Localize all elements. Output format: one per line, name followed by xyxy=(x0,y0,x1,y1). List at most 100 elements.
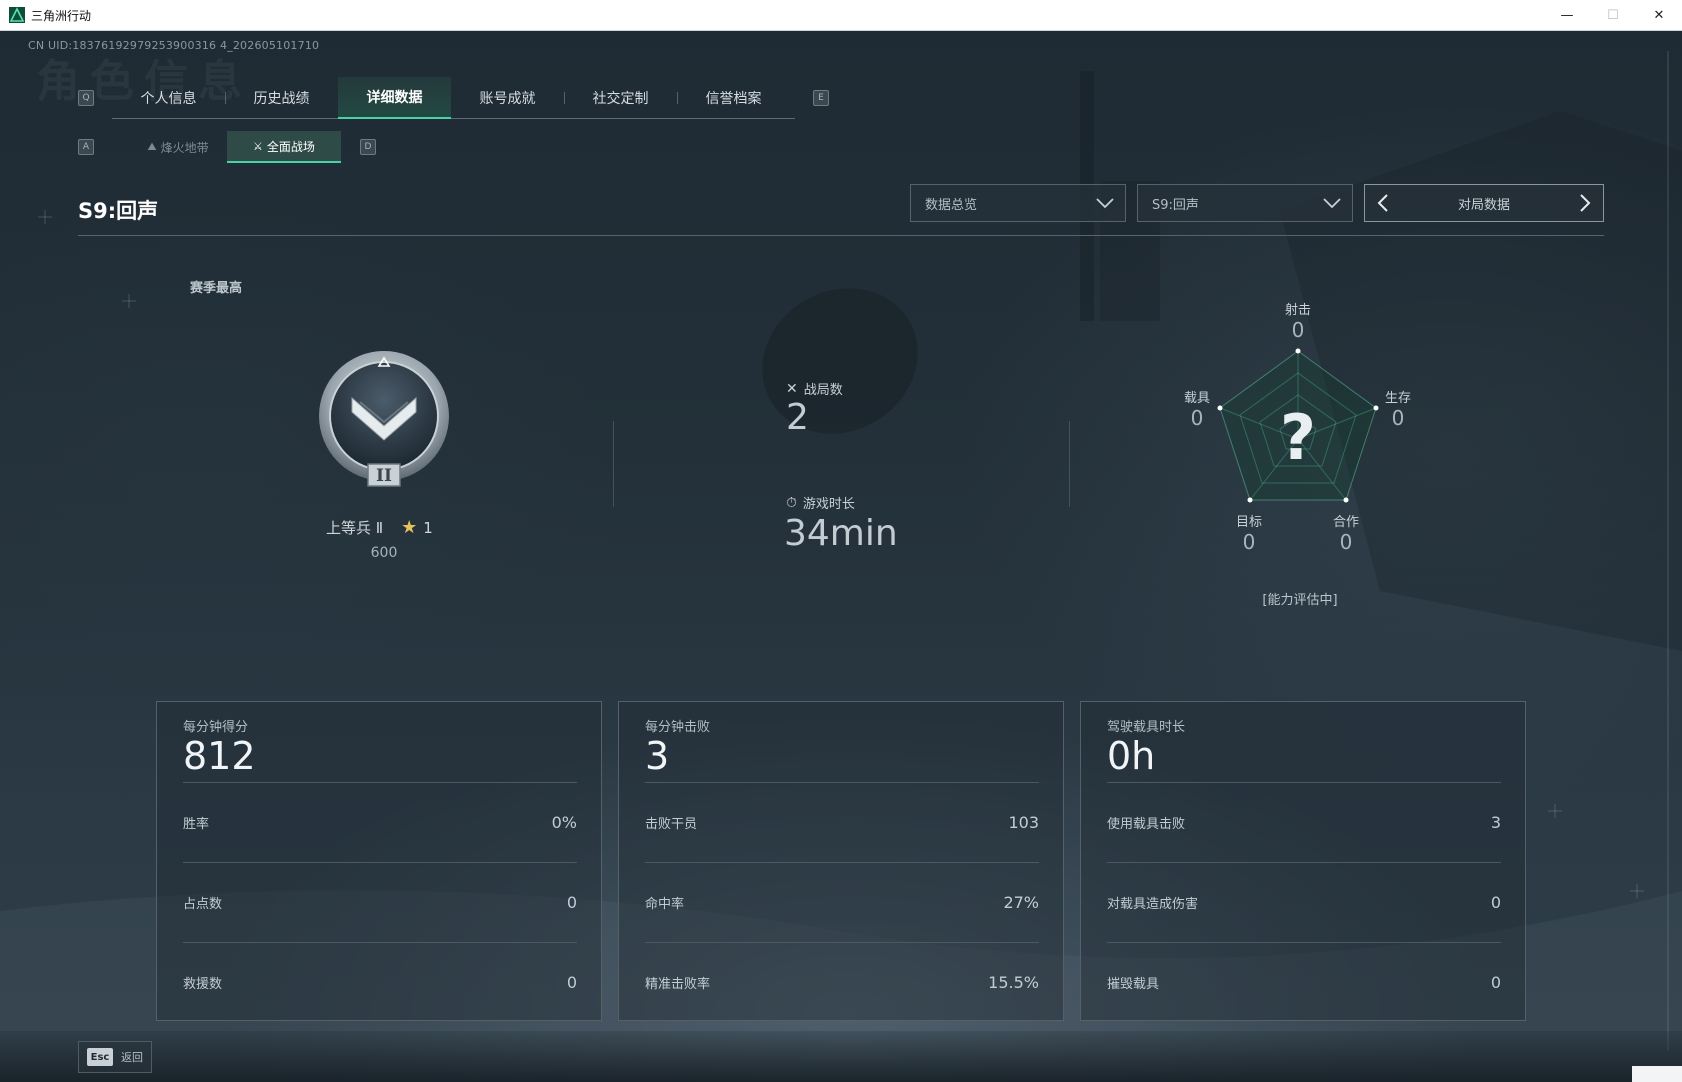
warfare-mode-icon: ⚔ xyxy=(253,139,263,153)
card-row-label: 占点数 xyxy=(183,896,223,912)
card-row: 救援数 0 xyxy=(183,970,577,994)
radar-axis-teamwork: 合作 xyxy=(1332,515,1359,530)
radar-axis-objective: 目标 xyxy=(1235,515,1262,530)
subtab-extraction[interactable]: ⛰ 烽火地带 xyxy=(128,131,228,163)
back-button[interactable]: Esc 返回 xyxy=(78,1041,152,1073)
tab-detailed-data[interactable]: 详细数据 xyxy=(338,77,451,119)
stat-card-kills: 每分钟击败 3 击败干员 103 命中率 27% 精准击败率 15.5% xyxy=(618,701,1064,1021)
radar-value-shooting: 0 xyxy=(1291,318,1305,342)
card-head-value: 812 xyxy=(183,734,256,778)
star-icon: ★ xyxy=(401,517,418,538)
card-divider xyxy=(183,782,577,783)
tab-achievements[interactable]: 账号成就 xyxy=(451,77,564,119)
card-row-value: 0 xyxy=(1490,972,1501,992)
stat-card-vehicle: 驾驶载具时长 0h 使用载具击败 3 对载具造成伤害 0 摧毁载具 0 xyxy=(1080,701,1526,1021)
rank-badge-icon: II xyxy=(319,351,449,487)
card-row: 占点数 0 xyxy=(183,890,577,914)
season-dropdown-value: S9:回声 xyxy=(1152,197,1199,213)
keyhint-e: E xyxy=(813,90,829,106)
tab-history[interactable]: 历史战绩 xyxy=(225,77,338,119)
card-row: 对载具造成伤害 0 xyxy=(1107,890,1501,914)
card-head-value: 3 xyxy=(645,734,670,778)
card-row: 击败干员 103 xyxy=(645,810,1039,834)
chevron-left-icon[interactable] xyxy=(1373,192,1393,214)
card-divider xyxy=(183,942,577,943)
tab-social[interactable]: 社交定制 xyxy=(564,77,677,119)
subtab-warfare[interactable]: ⚔ 全面战场 xyxy=(227,131,341,163)
card-row-label: 对载具造成伤害 xyxy=(1107,896,1199,912)
vertical-divider xyxy=(613,421,614,507)
card-divider xyxy=(1107,942,1501,943)
season-best-label: 赛季最高 xyxy=(190,281,243,296)
rank-name-row: 上等兵 Ⅱ ★ 1 xyxy=(326,517,433,538)
game-screen: 角色信息 CN UID:18376192979253900316 4_20260… xyxy=(0,31,1682,1082)
card-row-label: 命中率 xyxy=(645,896,685,912)
keyhint-q: Q xyxy=(78,90,94,106)
ability-status: [能力评估中] xyxy=(1262,593,1338,608)
radar-value-objective: 0 xyxy=(1242,530,1256,554)
card-row-label: 摧毁载具 xyxy=(1107,976,1160,992)
card-divider xyxy=(645,862,1039,863)
back-label: 返回 xyxy=(121,1051,143,1064)
radar-axis-shooting: 射击 xyxy=(1284,303,1311,318)
keyhint-d: D xyxy=(360,139,376,155)
radar-value-vehicle: 0 xyxy=(1190,406,1204,430)
chevron-down-icon xyxy=(1323,198,1341,209)
card-row: 胜率 0% xyxy=(183,810,577,834)
chevron-right-icon[interactable] xyxy=(1575,192,1595,214)
card-row: 精准击败率 15.5% xyxy=(645,970,1039,994)
card-row-label: 胜率 xyxy=(183,816,210,832)
stat-card-score: 每分钟得分 812 胜率 0% 占点数 0 救援数 0 xyxy=(156,701,602,1021)
card-row-value: 103 xyxy=(1008,812,1039,832)
overview-dropdown-value: 数据总览 xyxy=(925,197,978,213)
footer-bar xyxy=(0,1031,1682,1082)
maximize-button[interactable]: ☐ xyxy=(1590,0,1636,31)
card-row: 摧毁载具 0 xyxy=(1107,970,1501,994)
radar-unknown-mark: ? xyxy=(1280,401,1316,474)
tab-credit[interactable]: 信誉档案 xyxy=(677,77,790,119)
playtime-label: ⏱ 游戏时长 xyxy=(786,493,855,513)
overview-dropdown[interactable]: 数据总览 xyxy=(910,184,1126,222)
vertical-divider xyxy=(1069,421,1070,507)
card-divider xyxy=(183,862,577,863)
rank-points: 600 xyxy=(370,545,398,561)
radar-value-survival: 0 xyxy=(1391,406,1405,430)
tab-personal-info[interactable]: 个人信息 xyxy=(112,77,225,119)
card-divider xyxy=(1107,862,1501,863)
card-row-value: 0 xyxy=(566,972,577,992)
chevron-down-icon xyxy=(1096,198,1114,209)
playtime-value: 34min xyxy=(784,513,898,554)
rank-tier-roman: II xyxy=(376,466,392,486)
card-row-label: 使用载具击败 xyxy=(1107,816,1186,832)
minimize-button[interactable]: — xyxy=(1544,0,1590,31)
card-row-value: 0 xyxy=(1490,892,1501,912)
app-logo-icon xyxy=(9,7,25,23)
keyhint-a: A xyxy=(78,139,94,155)
window-title: 三角洲行动 xyxy=(31,8,92,23)
playtime-label-text: 游戏时长 xyxy=(802,497,855,512)
matches-value: 2 xyxy=(786,397,809,438)
close-button[interactable]: ✕ xyxy=(1636,0,1682,31)
card-divider xyxy=(645,782,1039,783)
card-row-label: 击败干员 xyxy=(645,816,698,832)
card-row-label: 救援数 xyxy=(183,976,223,992)
radar-axis-vehicle: 载具 xyxy=(1183,391,1210,406)
card-divider xyxy=(1107,782,1501,783)
crossed-swords-icon: ✕ xyxy=(786,380,798,397)
subtab-warfare-label: 全面战场 xyxy=(266,139,315,154)
season-dropdown[interactable]: S9:回声 xyxy=(1137,184,1353,222)
player-uid: CN UID:18376192979253900316 4_2026051017… xyxy=(28,39,320,52)
radar-value-teamwork: 0 xyxy=(1339,530,1353,554)
card-head-value: 0h xyxy=(1107,734,1156,778)
card-row-value: 27% xyxy=(1003,892,1039,912)
matches-label-text: 战局数 xyxy=(803,383,843,398)
main-tabbar: 个人信息 历史战绩 详细数据 账号成就 社交定制 信誉档案 xyxy=(112,77,795,119)
extraction-mode-icon: ⛰ xyxy=(147,140,157,153)
rank-name: 上等兵 Ⅱ xyxy=(326,519,384,537)
window-titlebar: 三角洲行动 — ☐ ✕ xyxy=(0,0,1682,31)
card-row: 使用载具击败 3 xyxy=(1107,810,1501,834)
season-title: S9:回声 xyxy=(78,199,159,223)
radar-axis-survival: 生存 xyxy=(1384,391,1411,406)
system-tray-fragment xyxy=(1632,1066,1682,1082)
card-row-label: 精准击败率 xyxy=(645,976,711,992)
